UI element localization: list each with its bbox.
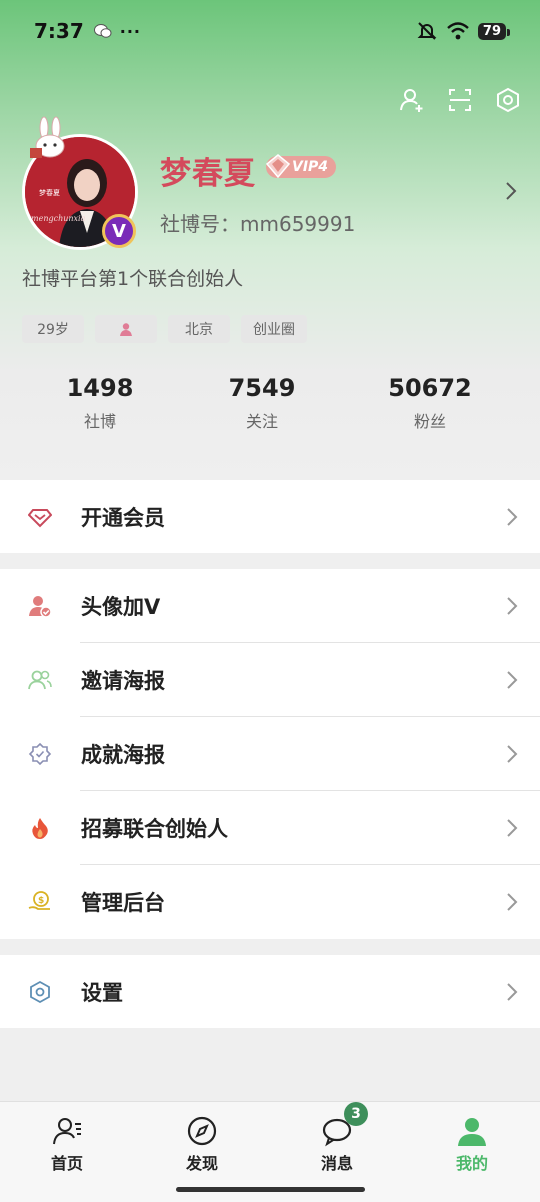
tab-home[interactable]: 首页 [27,1114,107,1174]
menu-item-label: 招募联合创始人 [81,817,228,841]
female-user-icon [120,323,132,336]
menu-item-invite-poster[interactable]: 邀请海报 [0,643,540,717]
tab-mine[interactable]: 我的 [432,1114,512,1174]
user-icon [458,1118,486,1146]
invite-users-icon [28,670,52,690]
diamond-icon [28,509,52,528]
chevron-right-icon [507,597,518,615]
tab-home-label: 首页 [50,1154,83,1173]
menu-item-label: 开通会员 [81,505,165,530]
chevron-right-icon [507,671,518,689]
chevron-right-icon [507,508,518,526]
stat-fans[interactable]: 50672 粉丝 [355,374,505,432]
profile-avatar[interactable]: 梦春夏 mengchunxia V [22,116,138,250]
features-card: 头像加V 邀请海报 成就海报 招募联合创始人 $ 管理后台 [0,569,540,939]
chevron-right-icon [507,983,518,1001]
vip-diamond-icon [265,154,291,179]
tab-messages-label: 消息 [320,1154,353,1173]
tag-gender [95,315,157,343]
vip-badge[interactable]: VIP4 [265,154,337,179]
scan-icon[interactable] [446,86,474,114]
settings-card: 设置 [0,955,540,1028]
menu-item-recruit[interactable]: 招募联合创始人 [0,791,540,865]
stat-posts-label: 社博 [83,412,116,431]
coin-hand-icon: $ [28,891,50,910]
svg-text:$: $ [38,896,44,906]
membership-card: 开通会员 [0,480,540,553]
menu-item-label: 设置 [81,980,123,1005]
profile-stats: 1498 社博 7549 关注 50672 粉丝 [0,374,540,444]
stat-fans-label: 粉丝 [413,412,446,431]
tab-discover-label: 发现 [185,1154,218,1173]
stat-following-value: 7549 [228,374,296,402]
avatar-caption: mengchunxia [31,214,86,223]
vip-label: VIP4 [292,159,329,175]
battery-indicator: 79 [477,22,511,40]
menu-item-label: 管理后台 [81,891,165,915]
verified-badge: V [102,214,136,248]
home-indicator [176,1187,365,1192]
tab-mine-label: 我的 [455,1154,488,1173]
menu-item-admin[interactable]: $ 管理后台 [0,865,540,939]
wechat-icon [93,24,112,38]
settings-icon [30,980,50,1004]
flame-icon [32,818,48,839]
chevron-right-icon [507,893,518,911]
user-verified-icon [29,596,52,618]
tag-city: 北京 [168,315,230,343]
profile-name: 梦春夏 [160,156,256,192]
add-friend-icon[interactable] [398,86,426,114]
menu-item-achievement-poster[interactable]: 成就海报 [0,717,540,791]
profile-bio: 社博平台第1个联合创始人 [22,268,244,290]
status-bar: 7:37 ··· 79 [0,0,540,62]
stat-following[interactable]: 7549 关注 [187,374,337,432]
chevron-right-icon [507,745,518,763]
settings-hex-icon[interactable] [494,86,522,114]
status-more-dots: ··· [119,21,141,41]
menu-item-label: 邀请海报 [81,669,165,693]
menu-item-label: 成就海报 [81,743,165,767]
compass-icon [187,1116,217,1146]
profile-id: 社博号：mm659991 [160,212,356,236]
stat-fans-value: 50672 [388,374,472,402]
tag-age: 29岁 [22,315,84,343]
status-time: 7:37 [34,19,84,43]
mute-icon [417,22,437,40]
tab-messages[interactable]: 消息 3 [297,1102,377,1174]
stat-posts-value: 1498 [66,374,134,402]
svg-text:梦春夏: 梦春夏 [39,188,60,197]
profile-chevron-icon[interactable] [504,180,518,202]
stat-following-label: 关注 [245,412,278,431]
chevron-right-icon [507,819,518,837]
messages-badge: 3 [344,1102,368,1126]
menu-item-settings[interactable]: 设置 [0,955,540,1028]
bunny-sticker-icon [30,116,65,158]
profile-tags: 29岁 北京 创业圈 [22,315,307,343]
wifi-icon [447,22,469,40]
home-people-icon [53,1118,81,1145]
menu-item-label: 头像加V [81,595,161,619]
stat-posts[interactable]: 1498 社博 [25,374,175,432]
menu-item-membership[interactable]: 开通会员 [0,480,540,553]
menu-item-avatar-v[interactable]: 头像加V [0,569,540,643]
tag-circle: 创业圈 [241,315,307,343]
tab-discover[interactable]: 发现 [162,1114,242,1174]
medal-icon [28,742,52,766]
header-actions [398,86,522,114]
